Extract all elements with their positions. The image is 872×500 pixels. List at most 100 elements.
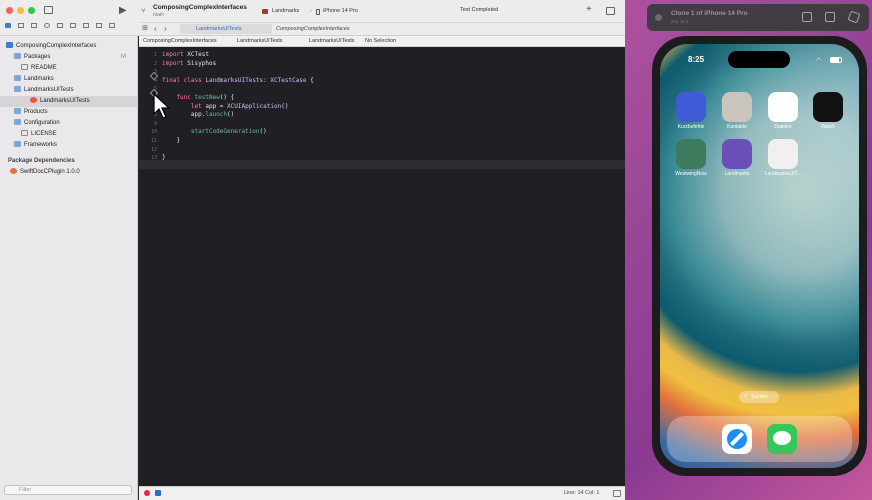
minimize-window-button[interactable] bbox=[17, 7, 24, 14]
project-navigator-icon[interactable] bbox=[5, 23, 11, 28]
item-label: LandmarksUITests bbox=[24, 87, 74, 93]
test-navigator-icon[interactable] bbox=[70, 23, 76, 28]
mouse-cursor-icon bbox=[153, 93, 171, 119]
app-label: Watch bbox=[821, 124, 835, 130]
line-number: 10 bbox=[150, 129, 157, 136]
code-text: let app = XCUIApplication() bbox=[162, 102, 289, 110]
close-window-button[interactable] bbox=[655, 14, 662, 21]
screenshot-icon[interactable] bbox=[825, 12, 835, 22]
app-icon[interactable] bbox=[768, 92, 798, 122]
messages-app-icon[interactable] bbox=[767, 424, 797, 454]
tab-bar: ⊞ ‹ › LandmarksUITests ComposingComplexI… bbox=[140, 22, 625, 34]
item-label: Landmarks bbox=[24, 76, 54, 82]
navigator-item-landmarks[interactable]: Landmarks bbox=[14, 74, 152, 85]
navigator-item-frameworks[interactable]: Frameworks bbox=[14, 140, 152, 151]
app-icon[interactable] bbox=[722, 139, 752, 169]
search-pill[interactable]: ⌕ Suchen bbox=[739, 391, 779, 403]
rotate-icon[interactable] bbox=[847, 10, 861, 24]
xcode-window: ▶ ⑂ ComposingComplexInterfaces main Land… bbox=[0, 0, 625, 500]
run-button[interactable]: ▶ bbox=[119, 6, 127, 16]
sidebar-toggle-icon[interactable] bbox=[44, 6, 53, 14]
back-icon[interactable]: ‹ bbox=[154, 24, 157, 34]
tab-label: LandmarksUITests bbox=[196, 26, 242, 32]
app-label: Kontakte bbox=[727, 124, 747, 130]
code-editor[interactable]: 1 import XCTest 2 import Sisyphos 3 4 final cl… bbox=[139, 47, 625, 486]
navigator-item-products[interactable]: Products bbox=[14, 107, 152, 118]
toolbar: ▶ ⑂ ComposingComplexInterfaces main Land… bbox=[0, 0, 625, 36]
landmarks-app-icon bbox=[262, 9, 268, 14]
code-text: } bbox=[162, 137, 181, 144]
item-label: LandmarksUITests bbox=[40, 98, 90, 104]
app-icon[interactable] bbox=[676, 139, 706, 169]
debug-navigator-icon[interactable] bbox=[83, 23, 89, 28]
app-icon[interactable] bbox=[722, 92, 752, 122]
folder-icon bbox=[14, 108, 21, 115]
dependency-item[interactable]: SwiftDocCPlugin 1.0.0 bbox=[10, 167, 148, 178]
line-number: 2 bbox=[153, 60, 157, 67]
filter-placeholder: Filter bbox=[19, 487, 32, 493]
navigator-root[interactable]: ComposingComplexInterfaces bbox=[6, 41, 144, 52]
error-indicator-icon[interactable] bbox=[144, 490, 150, 496]
file-icon bbox=[21, 64, 28, 71]
app-icon[interactable] bbox=[768, 139, 798, 169]
app-icon[interactable] bbox=[676, 92, 706, 122]
app-label: Landmarks bbox=[724, 171, 750, 177]
app-label: LandmarksUIT... bbox=[764, 171, 802, 177]
package-dependencies-header: Package Dependencies bbox=[8, 158, 75, 164]
app-icon[interactable] bbox=[813, 92, 843, 122]
tab-composingcomplexinterfaces[interactable]: ComposingComplexInterfaces bbox=[274, 24, 394, 34]
file-icon bbox=[21, 130, 28, 137]
home-screen[interactable]: 8:25 ◠ Kurzbefehle Kontakte Dateien Watch We… bbox=[660, 44, 859, 468]
find-navigator-icon[interactable] bbox=[44, 23, 50, 28]
app-grid: Kurzbefehle Kontakte Dateien Watch WestwingN… bbox=[660, 44, 859, 468]
line-number: 1 bbox=[153, 52, 157, 58]
line-number: 11 bbox=[150, 138, 157, 144]
tab-label: ComposingComplexInterfaces bbox=[276, 26, 350, 32]
app-label: WestwingNow bbox=[675, 171, 707, 177]
item-label: README bbox=[31, 65, 57, 71]
project-navigator: ComposingComplexInterfaces Packages M RE… bbox=[0, 36, 138, 500]
report-navigator-icon[interactable] bbox=[109, 23, 115, 28]
project-title: ComposingComplexInterfaces bbox=[153, 4, 247, 11]
issue-navigator-icon[interactable] bbox=[57, 23, 63, 28]
source-control-icon[interactable] bbox=[18, 23, 24, 28]
navigator-item-packages[interactable]: Packages M bbox=[14, 52, 152, 63]
jump-item[interactable]: LandmarksUITests bbox=[309, 38, 355, 44]
jump-item[interactable]: ComposingComplexInterfaces bbox=[143, 38, 217, 44]
item-label: Frameworks bbox=[24, 142, 58, 148]
jump-item[interactable]: LandmarksUITests bbox=[237, 38, 283, 44]
add-icon[interactable]: + bbox=[586, 5, 592, 15]
scheme-selector[interactable]: Landmarks › iPhone 14 Pro bbox=[262, 7, 442, 16]
package-icon bbox=[10, 168, 17, 175]
filter-field[interactable]: Filter bbox=[4, 485, 132, 495]
forward-icon[interactable]: › bbox=[164, 24, 167, 34]
safari-app-icon[interactable] bbox=[722, 424, 752, 454]
app-label: Dateien bbox=[774, 124, 792, 130]
jump-bar[interactable]: ComposingComplexInterfaces LandmarksUITe… bbox=[139, 36, 625, 47]
debug-area-icon[interactable] bbox=[155, 490, 161, 496]
branch-name: main bbox=[153, 12, 164, 18]
related-items-icon[interactable]: ⊞ bbox=[142, 24, 148, 34]
navigator-item-landmarksuitests-folder[interactable]: LandmarksUITests bbox=[14, 85, 152, 96]
item-label: Configuration bbox=[24, 120, 60, 126]
breakpoint-navigator-icon[interactable] bbox=[96, 23, 102, 28]
code-text: import XCTest bbox=[162, 51, 209, 58]
close-window-button[interactable] bbox=[6, 7, 13, 14]
folder-icon bbox=[14, 86, 21, 93]
home-icon[interactable] bbox=[802, 12, 812, 22]
panel-toggle-icon[interactable] bbox=[613, 490, 621, 497]
code-text: func testNew() { bbox=[162, 94, 235, 101]
item-label: Products bbox=[24, 109, 48, 115]
chevron-right-icon: › bbox=[310, 8, 312, 14]
jump-item: No Selection bbox=[365, 38, 397, 44]
swift-file-icon bbox=[30, 97, 37, 104]
code-text: import Sisyphos bbox=[162, 59, 217, 67]
symbol-navigator-icon[interactable] bbox=[31, 23, 37, 28]
inspector-toggle-icon[interactable] bbox=[606, 7, 615, 15]
navigator-item-configuration[interactable]: Configuration bbox=[14, 118, 152, 129]
zoom-window-button[interactable] bbox=[28, 7, 35, 14]
code-text: final class LandmarksUITests: XCTestCase… bbox=[162, 76, 314, 84]
navigator-item-landmarksuitests-file[interactable]: LandmarksUITests bbox=[0, 96, 138, 107]
scheme-name: Landmarks bbox=[272, 8, 300, 14]
tab-landmarksuitests[interactable]: LandmarksUITests bbox=[180, 24, 272, 34]
